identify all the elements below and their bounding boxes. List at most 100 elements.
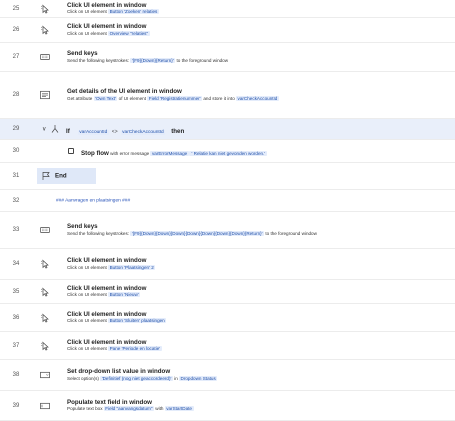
line-number: 26 [12,27,20,33]
keyboard-icon [40,226,50,235]
description-text: to the foreground window [175,57,229,63]
action-text: Click UI element in window Click on UI el… [67,2,159,16]
if-row[interactable]: 29 ∨ If varAccountId <> varCheckAccountId then [0,119,455,140]
action-description: Click on UI element Button 'Nieuw' [67,292,146,299]
description-text: Click on UI element [67,318,109,323]
action-description: Click on UI element Overview "relaties" [67,30,150,38]
description-text: Populate text box [67,406,104,411]
action-text: Click UI element in window Click on UI el… [67,257,156,272]
line-number: 28 [12,92,20,98]
end-keyword: End [55,172,67,180]
parameter-token: 'Own Text' [93,95,118,101]
action-description: Click on UI element Button 'Plaatsingen'… [67,264,156,272]
stop-text: Stop flow with error message varErrorMes… [81,142,267,160]
action-title: Set drop-down list value in window [67,368,171,375]
action-title: Click UI element in window [67,23,147,30]
then-keyword: then [171,128,185,135]
action-description: Send the following keystrokes: '{F9}{Dow… [67,57,229,65]
action-description: Get attribute 'Own Text' of UI element F… [67,95,279,103]
action-text: Send keys Send the following keystrokes: … [67,50,228,64]
description-text: Get attribute [67,95,94,101]
description-text: Select option(s) [67,375,101,381]
action-description: Select option(s) 'Definitief (nog niet g… [67,375,218,383]
action-row[interactable]: 38 Set drop-down list value in window Sele… [0,360,455,391]
parameter-token: Pane 'Periode en locatie' [108,346,162,351]
click-icon [40,313,50,322]
textfield-icon [40,401,50,410]
parameter-token: Button 'Plaatsingen' 2 [108,264,156,270]
parameter-token: '{F9}{Down}{Down}{Down}{Down}{Down}{Down… [130,230,265,236]
flow-designer: 25 Click UI element in window Click on UI … [0,0,455,421]
parameter-token: varStartDate [164,406,194,411]
comment-row[interactable]: 32 ### Aanvragen en plaatsingen ### [0,190,455,212]
action-title: Click UI element in window [67,310,147,318]
action-title: Send keys [67,223,98,230]
action-title: Send keys [67,50,98,57]
condition-operator: <> [111,129,118,135]
action-description: Populate text box Field "aanvangsdatum" … [67,406,194,413]
action-text: Get details of the UI element in window G… [67,88,279,102]
description-text: and store it into [202,95,237,101]
condition-left: varAccountId [77,130,109,135]
description-text: with error message [108,151,151,156]
parameter-token: Field 'Registratienummer' [147,95,203,101]
action-row[interactable]: 35 Click UI element in window Click on UI … [0,280,455,304]
action-row[interactable]: 26 Click UI element in window Click on UI … [0,18,455,43]
dropdown-icon [40,371,50,380]
action-title: Get details of the UI element in window [67,88,182,95]
action-row[interactable]: 33 Send keys Send the following keystrokes… [0,212,455,249]
stop-icon [68,148,74,154]
action-title: Stop flow [81,150,109,157]
parameter-token: Field "aanvangsdatum" [103,406,154,411]
end-row[interactable]: 31 End [0,163,455,190]
line-number: 34 [12,261,20,267]
click-icon [40,25,50,35]
action-text: Populate text field in window Populate te… [67,399,194,413]
action-title: Click UI element in window [67,1,147,9]
chevron-down-icon[interactable]: ∨ [42,126,46,133]
action-title: Click UI element in window [67,284,147,292]
parameter-token: ' Relatie kan niet gevonden worden.' [188,151,267,156]
action-text: Click UI element in window Click on UI el… [67,339,162,353]
action-row[interactable]: 25 Click UI element in window Click on UI … [0,0,455,18]
parameter-token: Button 'Zoeken' relaties [108,9,159,14]
stop-row[interactable]: 30 Stop flow with error message varErrorM… [0,140,455,163]
description-text: Click on UI element [67,292,109,297]
keyboard-icon [40,53,50,62]
description-text: Click on UI element [67,30,109,36]
description-text: Send the following keystrokes: [67,57,131,63]
action-description: Send the following keystrokes: '{F9}{Dow… [67,230,317,238]
click-icon [40,287,50,296]
action-row[interactable]: 34 Click UI element in window Click on UI … [0,249,455,280]
action-title: Populate text field in window [67,398,152,406]
parameter-token: Button 'Nieuw' [108,292,141,297]
parameter-token: Button 'Sluiten' plaatsingen [108,318,167,323]
line-number: 32 [12,197,20,204]
parameter-token: varCheckAccountId [236,95,279,101]
line-number: 31 [12,173,20,179]
line-number: 30 [12,148,20,154]
action-row[interactable]: 39 Populate text field in window Populate … [0,391,455,421]
action-row[interactable]: 27 Send keys Send the following keystrokes… [0,43,455,72]
description-text: to the foreground window [264,230,317,236]
line-number: 36 [12,314,20,321]
parameter-token: '{F9}{Down}{Return}' [130,57,176,63]
action-text: Set drop-down list value in window Select… [67,368,218,383]
comment-text: ### Aanvragen en plaatsingen ### [56,198,131,203]
description-text: Send the following keystrokes: [67,230,131,236]
line-number: 27 [12,54,20,60]
parameter-token: 'Definitief (nog niet geaccordeerd)' [100,375,173,381]
action-description: Click on UI element Button 'Zoeken' rela… [67,9,159,16]
action-row[interactable]: 28 Get details of the UI element in windo… [0,72,455,119]
description-text: with [153,406,165,411]
flag-icon [41,172,51,181]
details-icon [40,90,50,100]
action-row[interactable]: 36 Click UI element in window Click on UI … [0,304,455,332]
description-text: Click on UI element [67,346,109,351]
line-number: 25 [12,5,20,12]
parameter-token: Overview "relaties" [108,30,150,36]
action-text: Click UI element in window Click on UI el… [67,285,146,299]
action-row[interactable]: 37 Click UI element in window Click on UI … [0,332,455,360]
action-text: Click UI element in window Click on UI el… [67,310,167,325]
action-title: Click UI element in window [67,338,147,346]
